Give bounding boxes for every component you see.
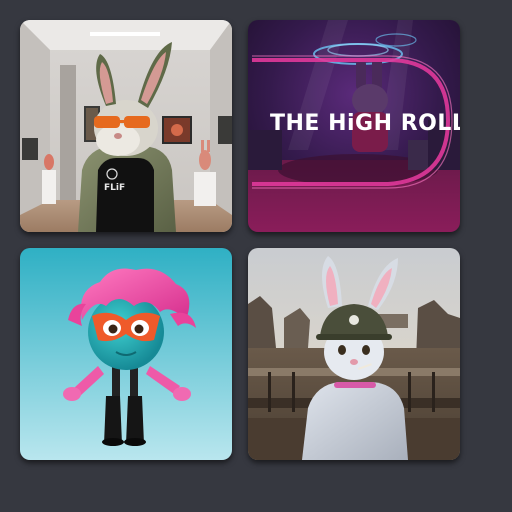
orange-glasses-icon — [94, 116, 120, 128]
rabbit-gallery-image: FLiF — [20, 20, 232, 232]
nft-gallery-grid: FLiF THE HiGH ROLL — [0, 0, 512, 512]
gallery-tile-teal-ball-character[interactable] — [20, 248, 232, 460]
rabbit-soldier-image — [248, 248, 460, 460]
banner-title: THE HiGH ROLLA — [270, 111, 460, 136]
gallery-tile-rabbit-art-gallery[interactable]: FLiF — [20, 20, 232, 232]
high-rolla-image: THE HiGH ROLLA — [248, 20, 460, 232]
gallery-tile-high-rolla[interactable]: THE HiGH ROLLA — [248, 20, 460, 232]
gallery-tile-rabbit-soldier[interactable] — [248, 248, 460, 460]
teal-ball-character-image — [20, 248, 232, 460]
shirt-text: FLiF — [104, 183, 125, 193]
